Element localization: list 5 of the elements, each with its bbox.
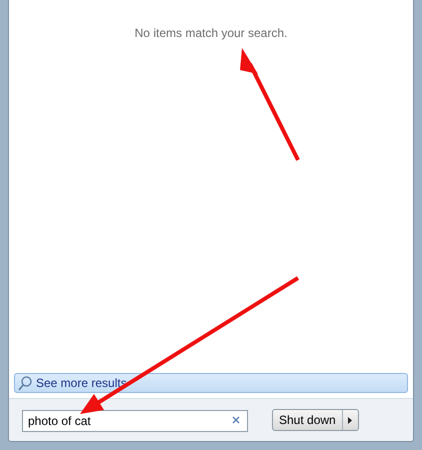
triangle-right-icon [348,416,352,424]
no-results-message: No items match your search. [134,25,288,42]
search-field[interactable]: photo of cat [22,410,248,432]
clear-icon[interactable] [232,416,240,424]
search-icon [18,376,32,390]
